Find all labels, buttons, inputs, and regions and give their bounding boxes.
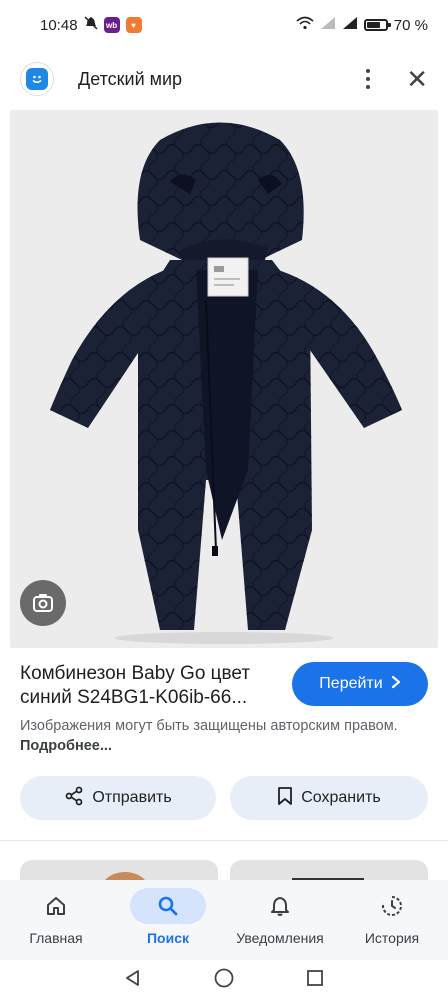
wifi-icon bbox=[296, 16, 314, 34]
bell-icon bbox=[271, 897, 289, 916]
signal-icon-2 bbox=[342, 16, 358, 34]
more-options-icon[interactable] bbox=[360, 63, 376, 95]
lens-icon bbox=[33, 594, 53, 612]
snowsuit-illustration bbox=[50, 122, 402, 644]
close-icon[interactable]: ✕ bbox=[406, 66, 428, 92]
site-name: Детский мир bbox=[78, 68, 183, 89]
nav-notifications[interactable]: Уведомления bbox=[224, 880, 336, 960]
mute-icon bbox=[84, 16, 98, 34]
share-label: Отправить bbox=[92, 789, 172, 806]
app-header: Детский мир ✕ bbox=[0, 50, 448, 108]
status-time: 10:48 bbox=[40, 16, 78, 34]
detsky-mir-logo-icon bbox=[26, 68, 48, 90]
system-navigation-bar bbox=[0, 960, 448, 1000]
search-icon bbox=[158, 896, 178, 916]
status-bar: 10:48 wb ♥ 70 % bbox=[0, 0, 448, 50]
nav-home-label: Главная bbox=[29, 930, 83, 946]
home-icon bbox=[47, 897, 65, 915]
history-icon bbox=[382, 896, 402, 916]
battery-percent: 70 % bbox=[393, 16, 428, 34]
back-icon[interactable] bbox=[123, 968, 143, 993]
site-logo bbox=[20, 62, 54, 96]
nav-history-label: История bbox=[364, 930, 420, 946]
google-lens-button[interactable] bbox=[20, 580, 66, 626]
more-info-link[interactable]: Подробнее... bbox=[20, 738, 112, 754]
divider bbox=[0, 840, 448, 841]
share-button[interactable]: Отправить bbox=[20, 776, 216, 820]
save-button[interactable]: Сохранить bbox=[230, 776, 428, 820]
nav-home[interactable]: Главная bbox=[0, 880, 112, 960]
copyright-note: Изображения могут быть защищены авторски… bbox=[20, 716, 430, 756]
wb-app-icon: wb bbox=[103, 17, 120, 33]
save-label: Сохранить bbox=[301, 789, 381, 806]
notification-app-icon: ♥ bbox=[125, 17, 142, 33]
share-icon bbox=[64, 786, 84, 811]
nav-notifications-label: Уведомления bbox=[236, 930, 324, 946]
product-title[interactable]: Комбинезон Baby Go цвет синий S24BG1-K06… bbox=[20, 662, 280, 710]
nav-history[interactable]: История bbox=[336, 880, 448, 960]
go-button-label: Перейти bbox=[319, 675, 383, 692]
signal-icon-1 bbox=[320, 16, 336, 34]
battery-icon bbox=[363, 19, 391, 31]
recents-icon[interactable] bbox=[305, 968, 325, 993]
bottom-navigation: Главная Поиск Уведомления История bbox=[0, 880, 448, 960]
bookmark-icon bbox=[277, 786, 293, 811]
chevron-right-icon bbox=[391, 675, 401, 694]
copyright-text: Изображения могут быть защищены авторски… bbox=[20, 718, 398, 734]
home-circle-icon[interactable] bbox=[213, 967, 235, 994]
nav-search[interactable]: Поиск bbox=[112, 880, 224, 960]
product-image[interactable] bbox=[10, 110, 438, 648]
go-to-site-button[interactable]: Перейти bbox=[292, 662, 428, 706]
nav-search-label: Поиск bbox=[146, 930, 189, 946]
